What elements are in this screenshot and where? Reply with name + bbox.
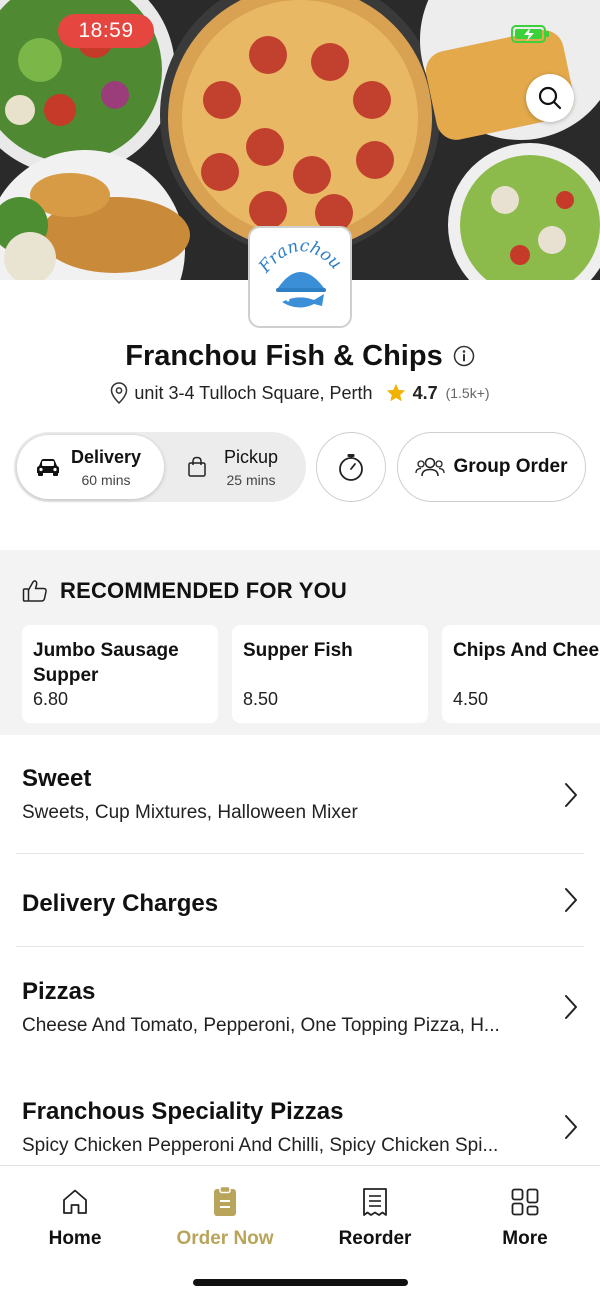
address-row: unit 3-4 Tulloch Square, Perth 4.7 (1.5k… xyxy=(0,378,600,408)
category-name: Sweet xyxy=(22,765,92,792)
pickup-label: Pickup xyxy=(224,446,279,467)
category-row[interactable]: Delivery Charges xyxy=(0,854,600,946)
recommended-section: RECOMMENDED FOR YOU Jumbo Sausage Supper… xyxy=(0,550,600,735)
recommended-item-name: Chips And Chee xyxy=(453,640,600,661)
group-order-button[interactable]: Group Order xyxy=(397,432,586,502)
location-pin-icon xyxy=(110,382,128,404)
recommended-card[interactable]: Chips And Chee 4.50 xyxy=(442,625,600,723)
status-time: 18:59 xyxy=(58,14,154,48)
battery-icon xyxy=(511,25,549,43)
home-indicator xyxy=(193,1279,408,1286)
pickup-time: 25 mins xyxy=(226,471,276,488)
tab-label: Home xyxy=(48,1228,102,1249)
franchou-logo: Franchou xyxy=(254,236,346,308)
chevron-right-icon xyxy=(565,995,577,1019)
chevron-right-icon xyxy=(565,1115,577,1139)
category-row[interactable]: Franchous Speciality Pizzas Spicy Chicke… xyxy=(0,1067,600,1165)
recommended-card[interactable]: Supper Fish 8.50 xyxy=(232,625,428,723)
restaurant-name: Franchou Fish & Chips xyxy=(125,339,443,372)
recommended-card[interactable]: Jumbo Sausage Supper 6.80 xyxy=(22,625,218,723)
chevron-right-icon xyxy=(565,888,577,912)
delivery-option[interactable]: Delivery 60 mins xyxy=(17,435,164,499)
thumbs-up-icon xyxy=(22,579,48,603)
category-row[interactable]: Sweet Sweets, Cup Mixtures, Halloween Mi… xyxy=(0,735,600,853)
rating-value: 4.7 xyxy=(412,382,438,403)
delivery-time: 60 mins xyxy=(81,471,131,488)
search-icon xyxy=(538,86,562,110)
category-name: Franchous Speciality Pizzas xyxy=(22,1098,344,1125)
tab-order-now[interactable]: Order Now xyxy=(150,1186,300,1250)
category-description: Cheese And Tomato, Pepperoni, One Toppin… xyxy=(22,1015,500,1036)
car-icon xyxy=(35,454,61,480)
category-row[interactable]: Pizzas Cheese And Tomato, Pepperoni, One… xyxy=(0,947,600,1067)
tab-label: Reorder xyxy=(338,1228,412,1249)
pickup-option[interactable]: Pickup 25 mins xyxy=(174,435,302,499)
stopwatch-icon xyxy=(339,454,363,481)
receipt-icon xyxy=(359,1186,391,1218)
recommended-header: RECOMMENDED FOR YOU xyxy=(22,578,347,604)
tab-label: Order Now xyxy=(176,1228,274,1249)
order-icon xyxy=(209,1186,241,1218)
group-users-icon xyxy=(415,455,446,479)
bag-icon xyxy=(184,454,210,480)
category-description: Sweets, Cup Mixtures, Halloween Mixer xyxy=(22,802,358,823)
chevron-right-icon xyxy=(565,783,577,807)
recommended-item-price: 6.80 xyxy=(33,689,69,709)
recommended-item-name: Jumbo Sausage Supper xyxy=(33,640,179,686)
review-count: (1.5k+) xyxy=(445,385,490,401)
recommended-item-price: 8.50 xyxy=(243,689,279,709)
tab-home[interactable]: Home xyxy=(0,1186,150,1250)
restaurant-address: unit 3-4 Tulloch Square, Perth xyxy=(134,382,373,403)
tab-reorder[interactable]: Reorder xyxy=(300,1186,450,1250)
svg-text:Franchou: Franchou xyxy=(254,236,345,278)
recommended-item-name: Supper Fish xyxy=(243,640,353,661)
tab-more[interactable]: More xyxy=(450,1186,600,1250)
recommended-title: RECOMMENDED FOR YOU xyxy=(60,578,347,603)
group-order-label: Group Order xyxy=(453,456,568,477)
tab-label: More xyxy=(502,1228,548,1249)
category-name: Delivery Charges xyxy=(22,890,219,917)
star-icon xyxy=(385,382,407,404)
grid-icon xyxy=(509,1186,541,1218)
recommended-item-price: 4.50 xyxy=(453,689,489,709)
category-name: Pizzas xyxy=(22,978,96,1005)
restaurant-title-row: Franchou Fish & Chips xyxy=(0,336,600,376)
info-icon[interactable] xyxy=(453,345,475,367)
delivery-pickup-toggle: Delivery 60 mins Pickup 25 mins xyxy=(14,432,306,502)
search-button[interactable] xyxy=(526,74,574,122)
schedule-button[interactable] xyxy=(316,432,386,502)
restaurant-logo: Franchou xyxy=(248,226,352,328)
delivery-label: Delivery xyxy=(71,446,142,467)
category-description: Spicy Chicken Pepperoni And Chilli, Spic… xyxy=(22,1135,499,1156)
home-icon xyxy=(59,1186,91,1218)
